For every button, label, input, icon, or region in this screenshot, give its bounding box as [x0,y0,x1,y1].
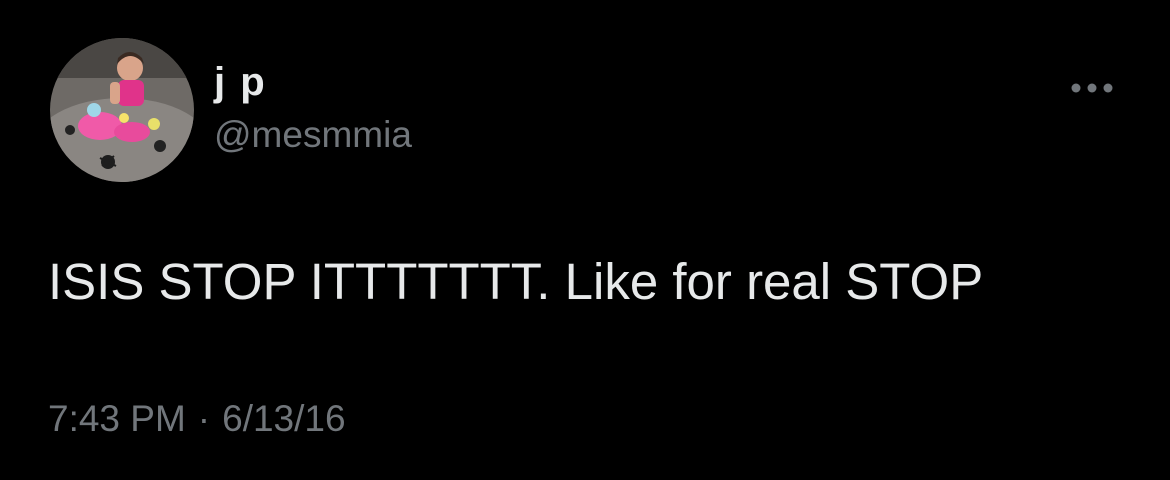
tweet-metadata: 7:43 PM · 6/13/16 [48,400,346,437]
tweet-card: j p @mesmmia ISIS STOP ITTTTTTT. Like fo… [0,0,1170,480]
user-handle[interactable]: @mesmmia [214,116,412,153]
meta-separator: · [197,398,211,439]
display-name[interactable]: j p [214,62,267,102]
more-options-button[interactable] [1066,70,1118,106]
tweet-time[interactable]: 7:43 PM [48,398,186,439]
tweet-text: ISIS STOP ITTTTTTT. Like for real STOP [48,253,984,310]
more-horizontal-icon [1071,83,1113,93]
avatar[interactable] [50,38,194,182]
tweet-date[interactable]: 6/13/16 [222,398,345,439]
avatar-photo [50,38,194,182]
